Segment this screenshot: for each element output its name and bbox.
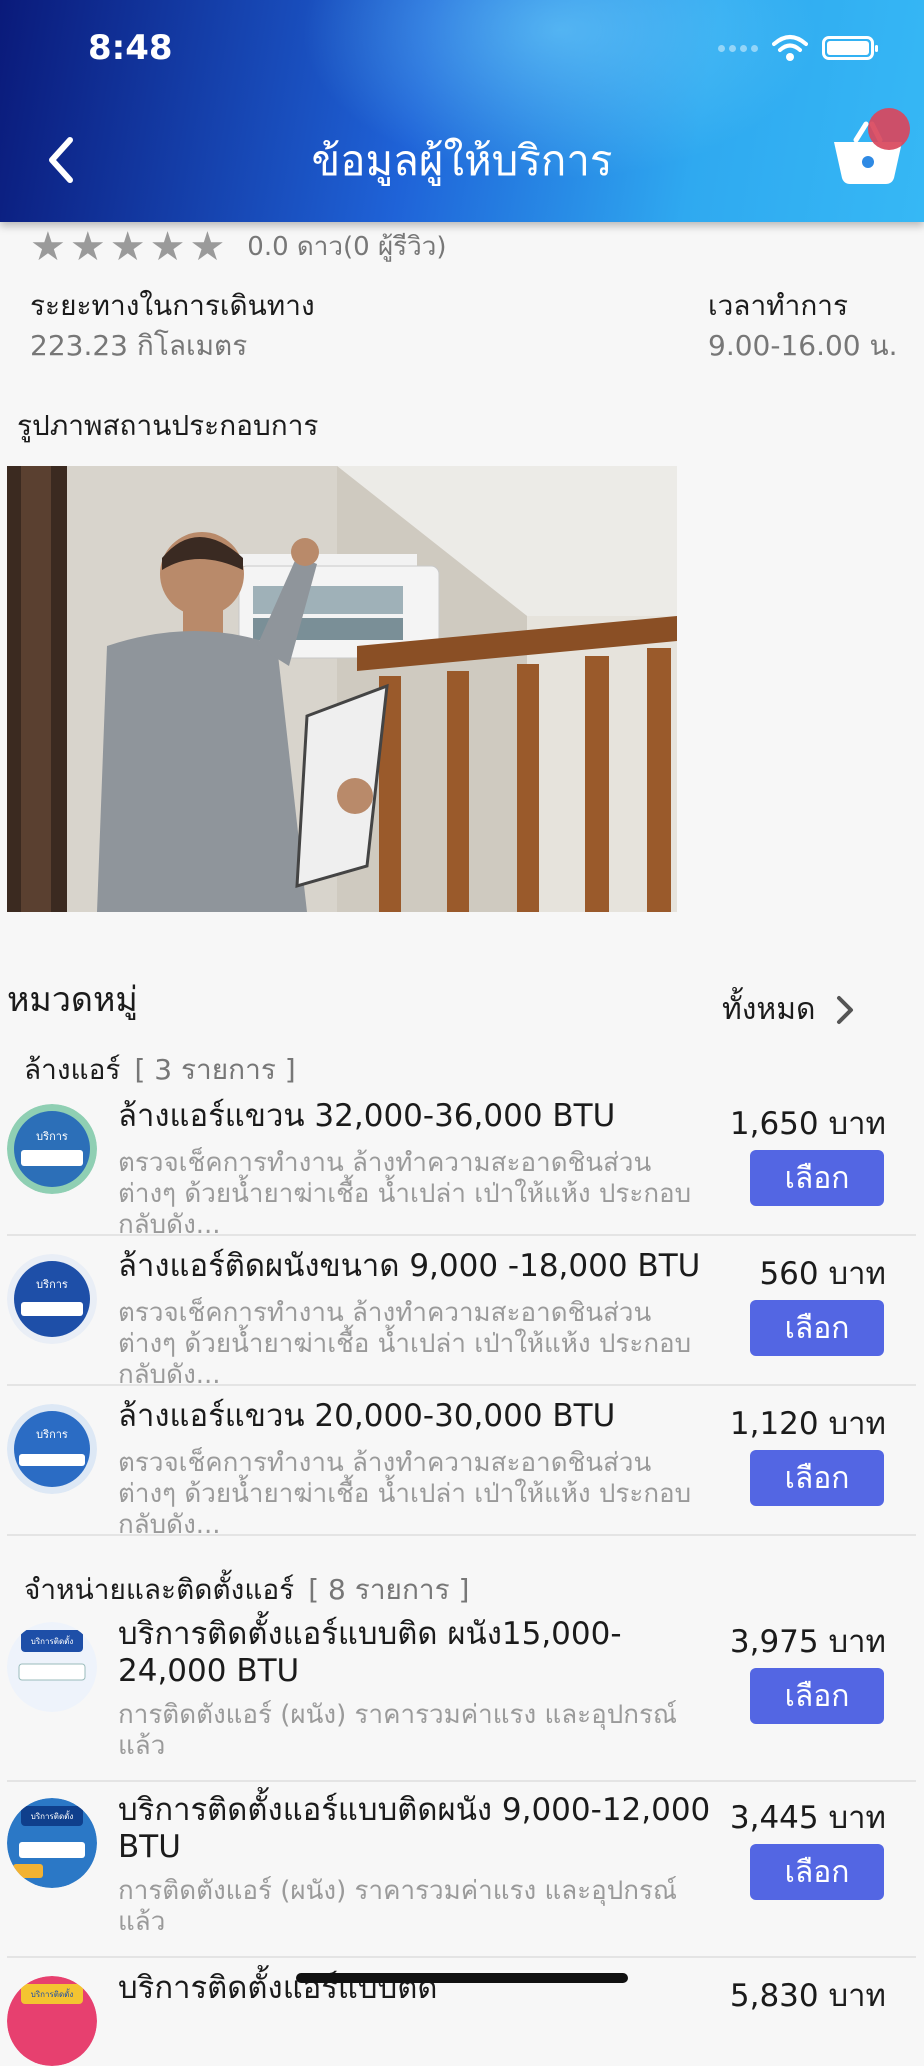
select-button[interactable]: เลือก <box>750 1300 884 1356</box>
item-desc: ตรวจเช็คการทำงาน ล้างทำความสะอาดชินส่วนต… <box>118 1298 692 1390</box>
divider <box>7 1534 916 1536</box>
hours-value: 9.00-16.00 น. <box>708 329 898 362</box>
select-button[interactable]: เลือก <box>750 1150 884 1206</box>
star-icon: ★ <box>109 223 146 270</box>
see-all-label: ทั้งหมด <box>722 992 816 1027</box>
app-header: 8:48 ข้อมูลผู้ให้บริการ <box>0 0 924 222</box>
distance-label: ระยะทางในการเดินทาง <box>30 289 315 322</box>
chevron-right-icon <box>837 995 854 1024</box>
item-price: 3,975 บาท <box>729 1624 886 1660</box>
categories-title: หมวดหมู่ <box>7 980 138 1020</box>
category-header-wash: ล้างแอร์ [ 3 รายการ ] <box>24 1048 296 1092</box>
select-button[interactable]: เลือก <box>750 1668 884 1724</box>
service-thumbnail: บริการ <box>7 1104 97 1194</box>
star-icon: ★ <box>30 223 66 270</box>
item-name: บริการติดตั้งแอร์แบบติด ผนัง15,000-24,00… <box>118 1616 622 1689</box>
star-icon: ★ <box>149 223 186 270</box>
status-icons <box>718 34 878 62</box>
page-title: ข้อมูลผู้ให้บริการ <box>311 136 613 185</box>
divider <box>7 1234 916 1236</box>
distance-value: 223.23 กิโลเมตร <box>30 329 248 362</box>
home-indicator <box>296 1973 628 1983</box>
thumb-text: บริการติดตั้ง <box>31 1810 74 1821</box>
battery-icon <box>822 36 878 60</box>
rating-text: 0.0 ดาว(0 ผู้รีวิว) <box>247 232 447 262</box>
status-time: 8:48 <box>88 28 173 68</box>
item-price: 3,445 บาท <box>729 1800 886 1836</box>
signal-icon <box>718 44 758 52</box>
service-thumbnail: บริการ <box>7 1254 97 1344</box>
item-desc: การติดตังแอร์ (ผนัง) ราคารวมค่าแรง และอุ… <box>118 1876 678 1937</box>
category-name: ล้างแอร์ <box>24 1053 121 1086</box>
category-name: จำหน่ายและติดตั้งแอร์ <box>24 1573 295 1606</box>
photo-section-label: รูปภาพสถานประกอบการ <box>17 409 319 442</box>
select-button[interactable]: เลือก <box>750 1844 884 1900</box>
item-price: 5,830 บาท <box>729 1978 886 2014</box>
item-desc: ตรวจเช็คการทำงาน ล้างทำความสะอาดชินส่วนต… <box>118 1148 692 1240</box>
item-desc: ตรวจเช็คการทำงาน ล้างทำความสะอาดชินส่วนต… <box>118 1448 692 1540</box>
hours-label: เวลาทำการ <box>708 289 849 322</box>
business-photo <box>7 466 677 912</box>
service-thumbnail: บริการติดตั้ง <box>7 1622 97 1712</box>
item-price: 1,650 บาท <box>729 1106 886 1142</box>
divider <box>7 1780 916 1782</box>
service-thumbnail: บริการ <box>7 1404 97 1494</box>
item-name: ล้างแอร์แขวน 20,000-30,000 BTU <box>118 1398 616 1434</box>
service-thumbnail: บริการติดตั้ง <box>7 1798 97 1888</box>
item-name: บริการติดตั้งแอร์แบบติดผนัง 9,000-12,000… <box>118 1792 711 1865</box>
thumb-text: บริการติดตั้ง <box>31 1988 74 1999</box>
see-all-link[interactable]: ทั้งหมด <box>722 986 865 1033</box>
wifi-icon <box>772 35 808 61</box>
service-thumbnail: บริการติดตั้ง <box>7 1976 97 2066</box>
thumb-text: บริการ <box>36 1428 68 1441</box>
item-price: 560 บาท <box>759 1256 886 1292</box>
category-count: [ 8 รายการ ] <box>308 1573 470 1606</box>
thumb-text: บริการติดตั้ง <box>31 1635 74 1646</box>
category-header-install: จำหน่ายและติดตั้งแอร์ [ 8 รายการ ] <box>24 1568 469 1612</box>
thumb-text: บริการ <box>36 1130 68 1143</box>
star-icon: ★ <box>69 223 106 270</box>
star-icon: ★ <box>189 223 226 270</box>
rating-row: ★ ★ ★ ★ ★ 0.0 ดาว(0 ผู้รีวิว) <box>30 226 447 267</box>
item-price: 1,120 บาท <box>729 1406 886 1442</box>
divider <box>7 1956 916 1958</box>
thumb-text: บริการ <box>36 1278 68 1291</box>
category-count: [ 3 รายการ ] <box>134 1053 296 1086</box>
item-name: ล้างแอร์ติดผนังขนาด 9,000 -18,000 BTU <box>118 1248 701 1284</box>
select-button[interactable]: เลือก <box>750 1450 884 1506</box>
item-name: ล้างแอร์แขวน 32,000-36,000 BTU <box>118 1098 616 1134</box>
item-desc: การติดตังแอร์ (ผนัง) ราคารวมค่าแรง และอุ… <box>118 1700 678 1761</box>
cart-badge <box>868 108 910 150</box>
divider <box>7 1384 916 1386</box>
